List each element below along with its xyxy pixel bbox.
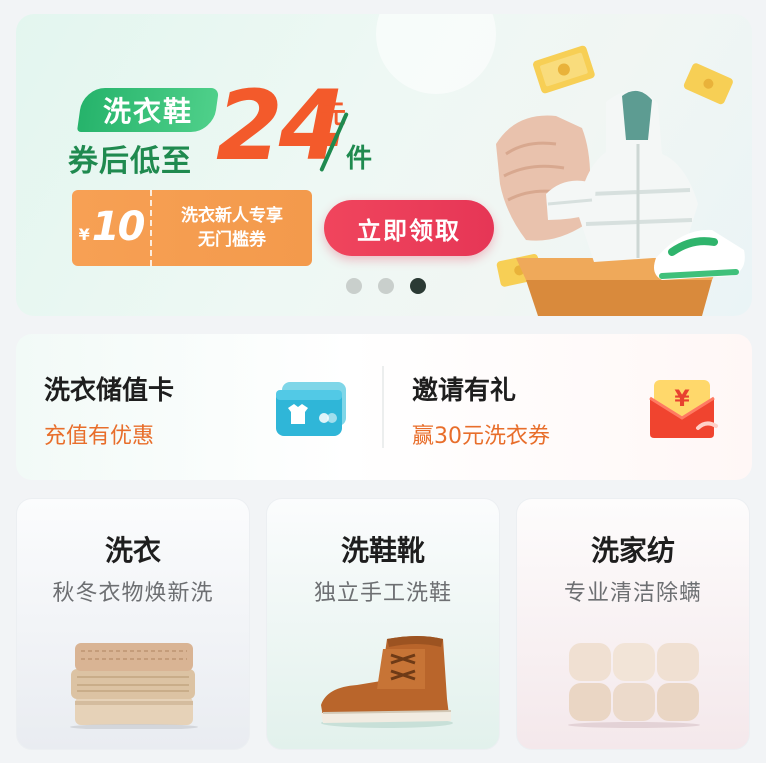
category-subtitle: 专业清洁除螨 [563,581,702,606]
category-subtitle: 独立手工洗鞋 [313,581,452,606]
category-card-home-textiles[interactable]: 洗家纺 专业清洁除螨 [516,498,750,750]
laundry-illustration-icon [496,45,745,316]
service-title: 邀请有礼 [412,376,517,406]
coupon-description: 洗衣新人专享 无门槛券 [152,204,312,252]
services-row: 洗衣储值卡 充值有优惠 邀请有礼 赢30元洗衣券 ¥ [16,334,752,480]
svg-text:¥: ¥ [674,387,690,412]
stored-value-card-entry[interactable]: 洗衣储值卡 充值有优惠 [16,334,384,480]
service-title: 洗衣储值卡 [44,376,175,406]
coupon-line-2: 无门槛券 [198,230,266,250]
banner-tag: 洗衣鞋 [76,88,220,132]
coupon-currency: ¥ [78,225,90,244]
coupon-amount: ¥ 10 [72,190,152,266]
service-subtitle: 赢30元洗衣券 [412,424,550,449]
carousel-dot[interactable] [378,278,394,294]
category-card-laundry[interactable]: 洗衣 秋冬衣物焕新洗 [16,498,250,750]
banner-subtitle: 券后低至 [68,144,192,179]
boot-icon [321,636,453,728]
folded-sweaters-icon [70,643,198,729]
claim-button[interactable]: 立即领取 [324,200,494,256]
promo-banner[interactable]: 洗衣鞋 券后低至 24 元 件 ¥ 10 洗衣新人专享 无门槛券 立即领取 [16,14,752,316]
invite-gift-entry[interactable]: 邀请有礼 赢30元洗衣券 ¥ [384,334,752,480]
carousel-dot-active[interactable] [410,278,426,294]
new-user-coupon[interactable]: ¥ 10 洗衣新人专享 无门槛券 [72,190,312,266]
carousel-indicator [346,278,426,294]
red-envelope-icon: ¥ [649,380,718,438]
category-card-shoes[interactable]: 洗鞋靴 独立手工洗鞋 [266,498,500,750]
towels-icon [568,643,700,728]
card-icon [276,382,346,436]
service-subtitle: 充值有优惠 [44,424,155,449]
coupon-value: 10 [91,204,146,250]
category-subtitle: 秋冬衣物焕新洗 [52,581,214,606]
banner-glow [376,14,496,94]
coupon-line-1: 洗衣新人专享 [181,206,283,226]
banner-price-per: 件 [346,144,373,174]
category-title: 洗鞋靴 [340,534,425,567]
carousel-dot[interactable] [346,278,362,294]
category-title: 洗衣 [104,534,161,567]
category-title: 洗家纺 [590,534,675,567]
